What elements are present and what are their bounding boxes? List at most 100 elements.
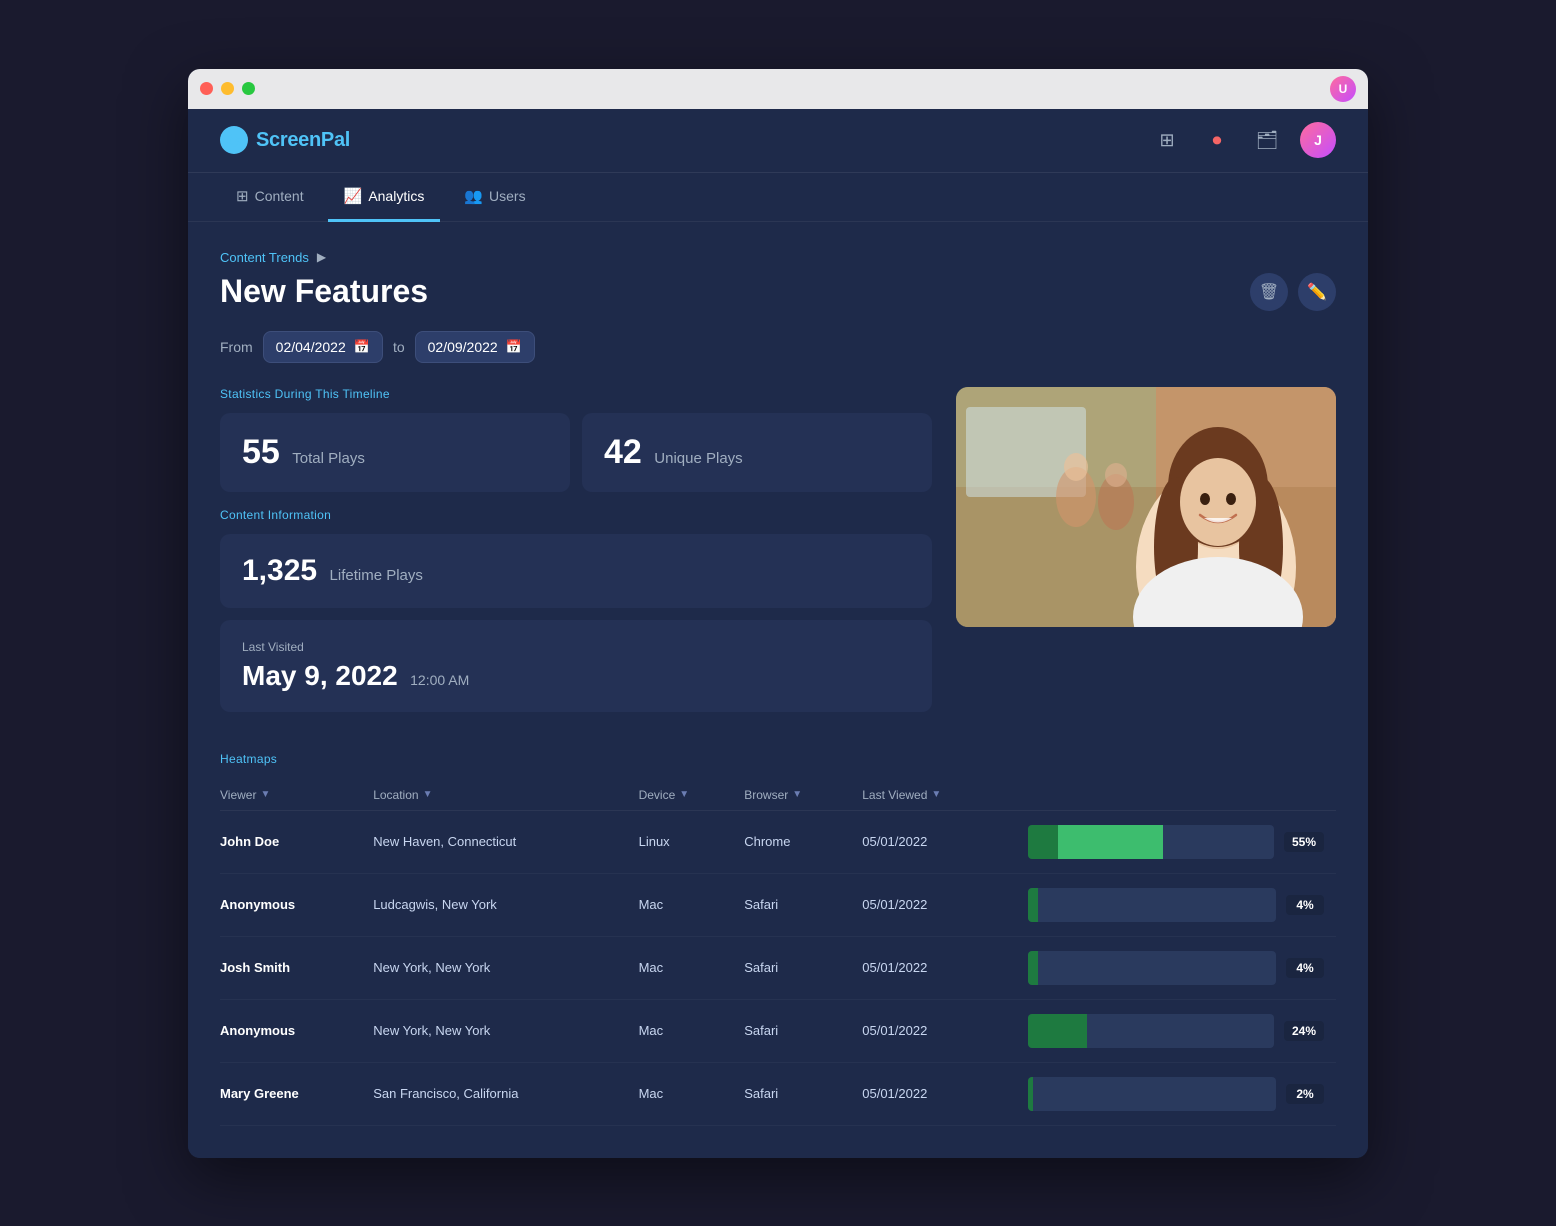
location-sort-icon: ▼ <box>423 789 433 800</box>
bar-percentage: 4% <box>1286 895 1324 915</box>
date-from-label: From <box>220 339 253 355</box>
maximize-button[interactable] <box>242 82 255 95</box>
bar-percentage: 4% <box>1286 958 1324 978</box>
cell-browser: Safari <box>744 999 862 1062</box>
stats-row: 55 Total Plays 42 Unique Plays <box>220 413 932 492</box>
bar-dark-segment <box>1028 951 1038 985</box>
cell-bar: 55% <box>1016 810 1336 873</box>
tab-analytics[interactable]: 📈 Analytics <box>328 173 441 222</box>
delete-button[interactable]: 🗑 <box>1250 273 1288 311</box>
table-row: Anonymous New York, New York Mac Safari … <box>220 999 1336 1062</box>
bar-light-segment <box>1058 825 1164 859</box>
total-plays-number: 55 <box>242 433 280 471</box>
total-plays-label: Total Plays <box>292 450 365 467</box>
logo-text: ScreenPal <box>256 129 350 152</box>
header-actions: ⊞ ⏺ 🗂 J <box>1150 122 1336 158</box>
col-bar <box>1016 780 1336 811</box>
unique-plays-label: Unique Plays <box>654 450 742 467</box>
edit-button[interactable]: ✏️ <box>1298 273 1336 311</box>
cell-browser: Safari <box>744 936 862 999</box>
capture-icon[interactable]: ⊞ <box>1150 123 1184 157</box>
breadcrumb-parent[interactable]: Content Trends <box>220 250 309 265</box>
date-from-value: 02/04/2022 <box>276 339 346 355</box>
table-row: Josh Smith New York, New York Mac Safari… <box>220 936 1336 999</box>
heatmap-label: Heatmaps <box>220 752 1336 766</box>
tab-content[interactable]: ⊞ Content <box>220 173 320 222</box>
titlebar-avatar[interactable]: U <box>1330 76 1356 102</box>
date-to-label: to <box>393 339 405 355</box>
info-section-label: Content Information <box>220 508 932 522</box>
cell-bar: 4% <box>1016 936 1336 999</box>
content-tab-icon: ⊞ <box>236 187 249 205</box>
thumbnail-image <box>956 387 1336 627</box>
close-button[interactable] <box>200 82 213 95</box>
tab-users[interactable]: 👥 Users <box>448 173 541 222</box>
calendar-to-icon: 📅 <box>506 339 522 355</box>
cell-device: Mac <box>639 999 745 1062</box>
breadcrumb-separator: ▶ <box>317 250 326 264</box>
edit-icon: ✏️ <box>1307 282 1327 302</box>
unique-plays-number: 42 <box>604 433 642 471</box>
cell-device: Linux <box>639 810 745 873</box>
last-visited-time: 12:00 AM <box>410 672 469 688</box>
table-row: Anonymous Ludcagwis, New York Mac Safari… <box>220 873 1336 936</box>
date-from-input[interactable]: 02/04/2022 📅 <box>263 331 383 363</box>
main-content: Content Trends ▶ New Features 🗑 ✏️ From … <box>188 222 1368 1158</box>
lifetime-plays-label: Lifetime Plays <box>330 567 423 584</box>
cell-device: Mac <box>639 1062 745 1125</box>
right-column <box>956 387 1336 724</box>
lifetime-plays-card: 1,325 Lifetime Plays <box>220 534 932 608</box>
left-column: Statistics During This Timeline 55 Total… <box>220 387 932 724</box>
share-icon[interactable]: 🗂 <box>1250 123 1284 157</box>
video-thumbnail[interactable] <box>956 387 1336 627</box>
users-tab-label: Users <box>489 188 526 204</box>
heatmap-section: Heatmaps Viewer ▼ Location <box>220 752 1336 1126</box>
table-row: Mary Greene San Francisco, California Ma… <box>220 1062 1336 1125</box>
last-visited-date: May 9, 2022 <box>242 660 398 691</box>
cell-device: Mac <box>639 873 745 936</box>
calendar-from-icon: 📅 <box>354 339 370 355</box>
device-sort-icon: ▼ <box>679 789 689 800</box>
heatmap-table: Viewer ▼ Location ▼ Devi <box>220 780 1336 1126</box>
browser-sort-icon: ▼ <box>792 789 802 800</box>
bar-dark-segment <box>1028 1077 1033 1111</box>
bar-track <box>1028 888 1276 922</box>
date-range: From 02/04/2022 📅 to 02/09/2022 📅 <box>220 331 1336 363</box>
cell-viewer: John Doe <box>220 810 373 873</box>
lifetime-plays-number: 1,325 <box>242 554 317 587</box>
last-viewed-sort-icon: ▼ <box>931 789 941 800</box>
cell-viewer: Mary Greene <box>220 1062 373 1125</box>
user-avatar[interactable]: J <box>1300 122 1336 158</box>
breadcrumb: Content Trends ▶ <box>220 250 1336 265</box>
bar-dark-segment <box>1028 888 1038 922</box>
record-icon[interactable]: ⏺ <box>1200 123 1234 157</box>
title-actions: 🗑 ✏️ <box>1250 273 1336 311</box>
viewer-sort-icon: ▼ <box>260 789 270 800</box>
stats-section-label: Statistics During This Timeline <box>220 387 932 401</box>
col-viewer: Viewer ▼ <box>220 780 373 811</box>
minimize-button[interactable] <box>221 82 234 95</box>
bar-track <box>1028 1014 1274 1048</box>
bar-dark-segment <box>1028 825 1058 859</box>
cell-browser: Chrome <box>744 810 862 873</box>
page-title: New Features <box>220 273 428 310</box>
cell-last-viewed: 05/01/2022 <box>862 810 1016 873</box>
cell-location: New York, New York <box>373 999 638 1062</box>
app-window: U 👁 ScreenPal ⊞ ⏺ 🗂 J ⊞ Content 📈 Analyt… <box>188 69 1368 1158</box>
content-tab-label: Content <box>255 188 304 204</box>
cell-viewer: Anonymous <box>220 873 373 936</box>
date-to-input[interactable]: 02/09/2022 📅 <box>415 331 535 363</box>
cell-location: New York, New York <box>373 936 638 999</box>
logo[interactable]: 👁 ScreenPal <box>220 126 350 154</box>
unique-plays-card: 42 Unique Plays <box>582 413 932 492</box>
bar-track <box>1028 1077 1276 1111</box>
cell-last-viewed: 05/01/2022 <box>862 1062 1016 1125</box>
table-header-row: Viewer ▼ Location ▼ Devi <box>220 780 1336 811</box>
bar-track <box>1028 825 1274 859</box>
col-location: Location ▼ <box>373 780 638 811</box>
page-title-row: New Features 🗑 ✏️ <box>220 273 1336 311</box>
cell-bar: 4% <box>1016 873 1336 936</box>
cell-last-viewed: 05/01/2022 <box>862 999 1016 1062</box>
date-to-value: 02/09/2022 <box>428 339 498 355</box>
app-header: 👁 ScreenPal ⊞ ⏺ 🗂 J <box>188 109 1368 173</box>
